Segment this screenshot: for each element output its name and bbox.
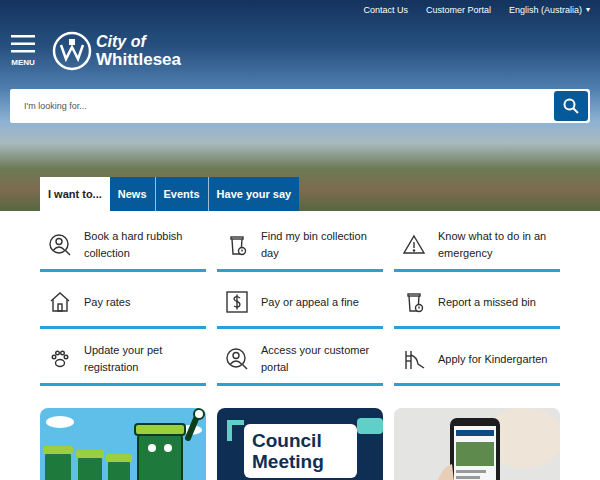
caret-icon: ▾ bbox=[586, 4, 590, 20]
cards: Council Meeting bbox=[0, 386, 600, 480]
hamburger-icon bbox=[11, 35, 35, 53]
top-link[interactable]: Customer Portal bbox=[426, 4, 491, 20]
menu-button[interactable]: MENU bbox=[10, 35, 36, 67]
quick-link[interactable]: Pay or appeal a fine bbox=[217, 280, 383, 329]
search-input[interactable] bbox=[10, 89, 552, 123]
bin-characters-icon bbox=[40, 408, 206, 480]
quick-link[interactable]: Apply for Kindergarten bbox=[394, 337, 560, 386]
council-graphic: Council Meeting bbox=[217, 408, 383, 480]
quick-links: Book a hard rubbish collectionFind my bi… bbox=[0, 211, 600, 386]
top-bar: Contact Us Customer Portal English (Austra… bbox=[0, 0, 600, 20]
bin-calendar-icon bbox=[225, 233, 249, 257]
tab[interactable]: Have your say bbox=[208, 177, 300, 211]
magnifier-icon bbox=[563, 98, 579, 114]
quick-link[interactable]: Book a hard rubbish collection bbox=[40, 223, 206, 272]
quick-link[interactable]: Report a missed bin bbox=[394, 280, 560, 329]
tab[interactable]: Events bbox=[155, 177, 208, 211]
tab[interactable]: News bbox=[110, 177, 155, 211]
quote-icon bbox=[227, 420, 244, 441]
bin-alert-icon bbox=[402, 290, 426, 314]
language-select[interactable]: English (Australia)▾ bbox=[509, 4, 590, 20]
search-bar bbox=[10, 89, 590, 123]
hero: Contact Us Customer Portal English (Austra… bbox=[0, 0, 600, 211]
news-card[interactable] bbox=[394, 408, 560, 480]
emblem-icon bbox=[52, 31, 92, 71]
person-portal-icon bbox=[225, 347, 249, 371]
search-button[interactable] bbox=[554, 91, 588, 121]
speech-bubble-icon bbox=[357, 418, 383, 434]
quick-link[interactable]: Pay rates bbox=[40, 280, 206, 329]
warning-icon bbox=[402, 233, 426, 257]
news-card[interactable] bbox=[40, 408, 206, 480]
news-card[interactable]: Council Meeting bbox=[217, 408, 383, 480]
house-icon bbox=[48, 290, 72, 314]
tab[interactable]: I want to... bbox=[40, 177, 110, 211]
dollar-icon bbox=[225, 290, 249, 314]
tab-bar: I want to...NewsEventsHave your say bbox=[40, 177, 299, 211]
person-search-icon bbox=[48, 233, 72, 257]
top-link[interactable]: Contact Us bbox=[363, 4, 408, 20]
phone-in-hand-icon bbox=[394, 408, 560, 480]
paw-icon bbox=[48, 347, 72, 371]
logo[interactable]: City ofWhittlesea bbox=[52, 31, 181, 71]
quick-link[interactable]: Find my bin collection day bbox=[217, 223, 383, 272]
brand-row: MENU City ofWhittlesea bbox=[0, 20, 600, 76]
page: Contact Us Customer Portal English (Austra… bbox=[0, 0, 600, 480]
quick-link[interactable]: Update your pet registration bbox=[40, 337, 206, 386]
quick-link[interactable]: Know what to do in an emergency bbox=[394, 223, 560, 272]
quick-link[interactable]: Access your customer portal bbox=[217, 337, 383, 386]
playground-icon bbox=[402, 347, 426, 371]
